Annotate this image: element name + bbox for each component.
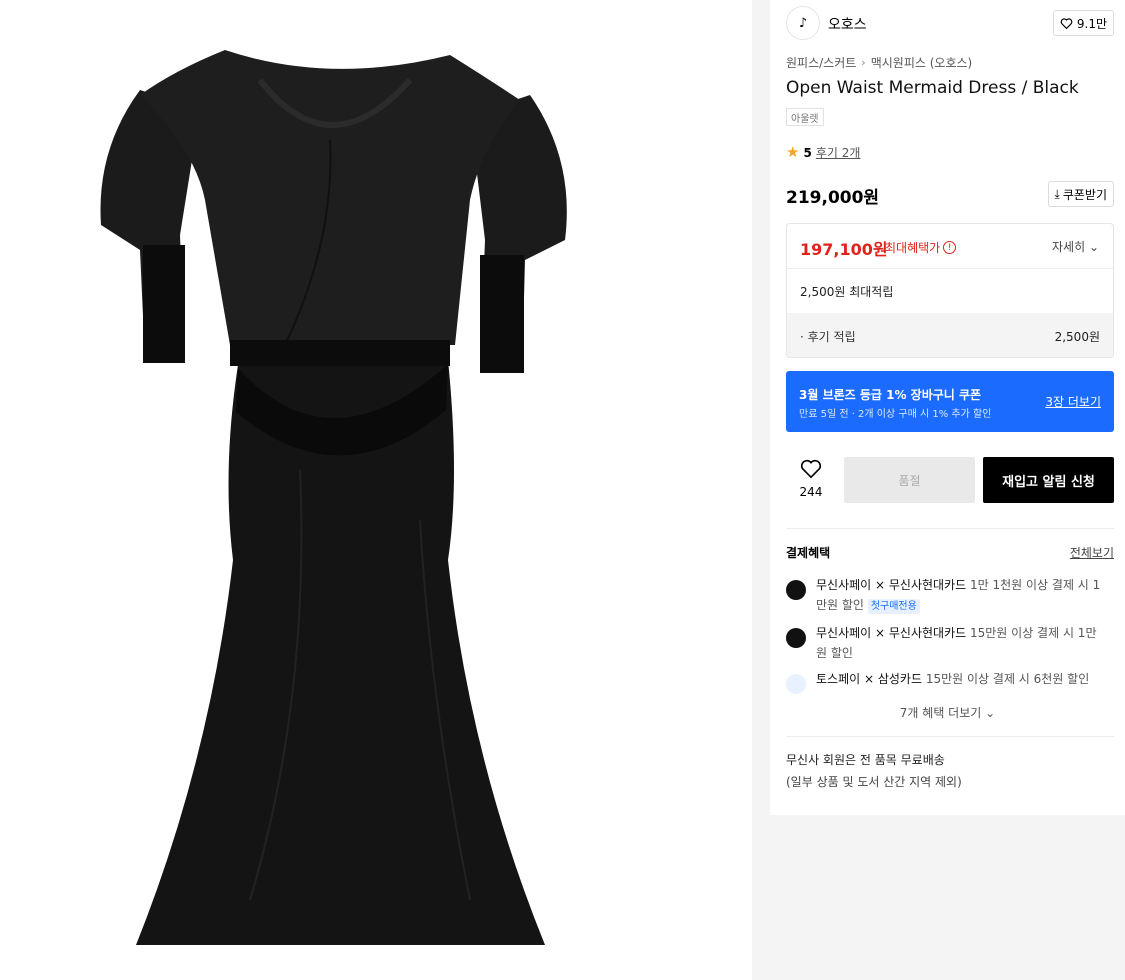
outlet-tag: 아울렛 bbox=[786, 108, 824, 126]
payment-view-all-link[interactable]: 전체보기 bbox=[1070, 544, 1114, 561]
breadcrumb: 원피스/스커트 › 맥시원피스 (오호스) bbox=[786, 54, 972, 71]
brand-like-count: 9.1만 bbox=[1076, 16, 1107, 31]
payment-provider: 무신사페이 × 무신사현대카드 bbox=[816, 626, 967, 640]
more-benefits-toggle[interactable]: 7개 혜택 더보기 ⌄ bbox=[770, 704, 1125, 721]
coupon-promo-banner[interactable]: 3월 브론즈 등급 1% 장바구니 쿠폰 만료 5일 전 · 2개 이상 구매 … bbox=[786, 371, 1114, 432]
info-icon[interactable]: ! bbox=[943, 241, 957, 254]
payment-benefit-item: 무신사페이 × 무신사현대카드 1만 1천원 이상 결제 시 1만원 할인 첫구… bbox=[786, 575, 1114, 615]
reviews-link[interactable]: 후기 2개 bbox=[816, 144, 861, 161]
product-title: Open Waist Mermaid Dress / Black bbox=[786, 78, 1079, 98]
promo-title: 3월 브론즈 등급 1% 장바구니 쿠폰 bbox=[799, 388, 982, 402]
payment-provider: 무신사페이 × 무신사현대카드 bbox=[816, 578, 967, 592]
detail-toggle-label: 자세히 bbox=[1051, 240, 1086, 254]
musinsa-pay-icon bbox=[786, 628, 806, 648]
first-purchase-badge: 첫구매전용 bbox=[867, 599, 920, 614]
panel-footer-bg bbox=[770, 815, 1125, 980]
more-benefits-label: 7개 혜택 더보기 bbox=[899, 706, 982, 720]
download-icon: ⤓ bbox=[1054, 186, 1060, 201]
payment-benefit-text: 무신사페이 × 무신사현대카드 15만원 이상 결제 시 1만원 할인 bbox=[816, 623, 1106, 663]
heart-icon bbox=[800, 459, 822, 479]
brand-name[interactable]: 오호스 bbox=[828, 14, 867, 34]
star-icon: ★ bbox=[786, 143, 800, 161]
toss-pay-icon bbox=[786, 674, 806, 694]
review-points-value: 2,500원 bbox=[1054, 330, 1100, 344]
product-page: ♪ 오호스 9.1만 원피스/스커트 › 맥시원피스 (오호스) Open Wa… bbox=[0, 0, 1125, 980]
wishlist-button[interactable]: 244 bbox=[786, 457, 836, 503]
rating-row: ★ 5 후기 2개 bbox=[786, 144, 860, 161]
breadcrumb-item[interactable]: 맥시원피스 (오호스) bbox=[871, 54, 973, 71]
payment-provider: 토스페이 × 삼성카드 bbox=[816, 672, 923, 686]
action-row: 244 품절 재입고 알림 신청 bbox=[786, 457, 1114, 503]
benefit-box: 197,100원 최대혜택가 ! 자세히 ⌄ 2,500원 최대적립 · 후기 … bbox=[786, 223, 1114, 358]
promo-subtitle: 만료 5일 전 · 2개 이상 구매 시 1% 추가 할인 bbox=[799, 409, 992, 420]
shipping-info: 무신사 회원은 전 품목 무료배송 bbox=[786, 753, 945, 767]
shipping-note: (일부 상품 및 도서 산간 지역 제외) bbox=[786, 775, 962, 789]
rating-score: 5 bbox=[803, 145, 812, 160]
payment-benefit-item: 무신사페이 × 무신사현대카드 15만원 이상 결제 시 1만원 할인 bbox=[786, 623, 1114, 663]
divider bbox=[786, 736, 1114, 737]
chevron-down-icon: ⌄ bbox=[985, 706, 996, 720]
review-points-row: · 후기 적립 2,500원 bbox=[787, 313, 1113, 357]
payment-benefits-heading: 결제혜택 bbox=[786, 546, 831, 560]
brand-like-button[interactable]: 9.1만 bbox=[1052, 10, 1114, 36]
review-points-label: · 후기 적립 bbox=[800, 330, 856, 344]
breadcrumb-item[interactable]: 원피스/스커트 bbox=[786, 54, 856, 71]
payment-benefit-text: 무신사페이 × 무신사현대카드 1만 1천원 이상 결제 시 1만원 할인 첫구… bbox=[816, 575, 1106, 615]
restock-alert-button[interactable]: 재입고 알림 신청 bbox=[983, 457, 1114, 503]
chevron-down-icon: ⌄ bbox=[1088, 240, 1099, 254]
payment-desc: 15만원 이상 결제 시 6천원 할인 bbox=[925, 672, 1090, 686]
coupon-button[interactable]: ⤓ 쿠폰받기 bbox=[1047, 181, 1114, 207]
dress-illustration bbox=[100, 50, 567, 945]
heart-icon bbox=[1060, 17, 1073, 29]
max-points: 2,500원 최대적립 bbox=[800, 285, 894, 299]
wishlist-count: 244 bbox=[799, 485, 823, 499]
brand-row: ♪ 오호스 9.1만 bbox=[786, 6, 1114, 40]
musinsa-pay-icon bbox=[786, 580, 806, 600]
max-benefit-row: 197,100원 최대혜택가 ! 자세히 ⌄ bbox=[787, 224, 1113, 269]
chevron-right-icon: › bbox=[861, 56, 866, 69]
divider bbox=[786, 528, 1114, 529]
detail-toggle[interactable]: 자세히 ⌄ bbox=[1052, 238, 1099, 255]
soldout-button: 품절 bbox=[844, 457, 975, 503]
max-benefit-label: 최대혜택가 ! bbox=[885, 239, 957, 256]
payment-benefit-text: 토스페이 × 삼성카드 15만원 이상 결제 시 6천원 할인 bbox=[816, 669, 1106, 689]
brand-logo[interactable]: ♪ bbox=[786, 6, 820, 40]
max-benefit-label-text: 최대혜택가 bbox=[885, 241, 941, 255]
coupon-button-label: 쿠폰받기 bbox=[1062, 187, 1107, 202]
payment-benefit-item: 토스페이 × 삼성카드 15만원 이상 결제 시 6천원 할인 bbox=[786, 669, 1114, 694]
max-benefit-price: 197,100원 bbox=[800, 240, 888, 259]
promo-more-link[interactable]: 3장 더보기 bbox=[1045, 393, 1101, 410]
gutter bbox=[752, 0, 770, 980]
product-image[interactable] bbox=[0, 0, 752, 980]
product-price: 219,000원 bbox=[786, 188, 880, 208]
